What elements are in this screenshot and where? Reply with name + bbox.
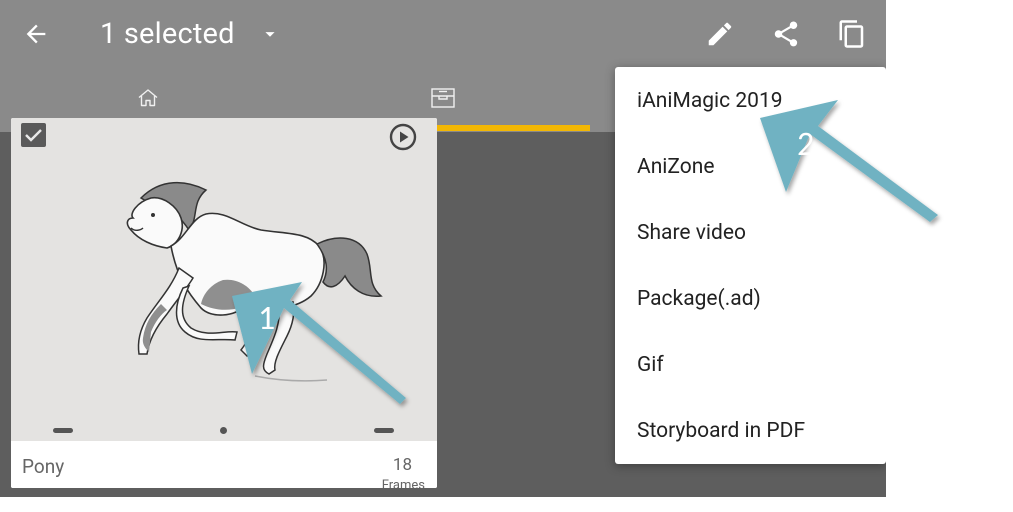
- pencil-icon[interactable]: [698, 12, 742, 56]
- project-name: Pony: [22, 455, 65, 478]
- app-bar: 1 selected: [0, 0, 886, 68]
- menu-item-anizone[interactable]: AniZone: [615, 134, 886, 200]
- play-icon[interactable]: [389, 123, 417, 151]
- current-frame-dot: [220, 427, 227, 434]
- menu-item-package[interactable]: Package(.ad): [615, 266, 886, 332]
- project-thumbnail: [11, 118, 437, 441]
- selected-checkbox[interactable]: [21, 123, 46, 147]
- copy-icon[interactable]: [830, 12, 874, 56]
- inbox-icon: [430, 86, 456, 114]
- menu-item-storyboard-pdf[interactable]: Storyboard in PDF: [615, 398, 886, 464]
- menu-item-gif[interactable]: Gif: [615, 332, 886, 398]
- caret-down-icon[interactable]: [256, 20, 284, 48]
- share-icon[interactable]: [764, 12, 808, 56]
- annotation-label-1: 1: [258, 298, 276, 339]
- project-card[interactable]: Pony 18 Frames: [11, 118, 437, 488]
- home-icon: [136, 86, 160, 114]
- frames-label: Frames: [381, 478, 425, 488]
- selection-title[interactable]: 1 selected: [100, 14, 235, 54]
- back-arrow-icon[interactable]: [14, 12, 58, 56]
- menu-item-ianimagic[interactable]: iAniMagic 2019: [615, 68, 886, 134]
- prev-frame-indicator: [53, 428, 73, 433]
- pony-drawing: [126, 181, 383, 382]
- menu-item-share-video[interactable]: Share video: [615, 200, 886, 266]
- annotation-label-2: 2: [797, 124, 815, 165]
- next-frame-indicator: [374, 428, 394, 433]
- card-footer: Pony 18 Frames: [11, 441, 437, 488]
- share-menu: iAniMagic 2019 AniZone Share video Packa…: [615, 67, 886, 464]
- app-window: 1 selected Pony 18 Frames iAniMagic 2019…: [0, 0, 886, 497]
- frames-count: 18: [392, 455, 412, 475]
